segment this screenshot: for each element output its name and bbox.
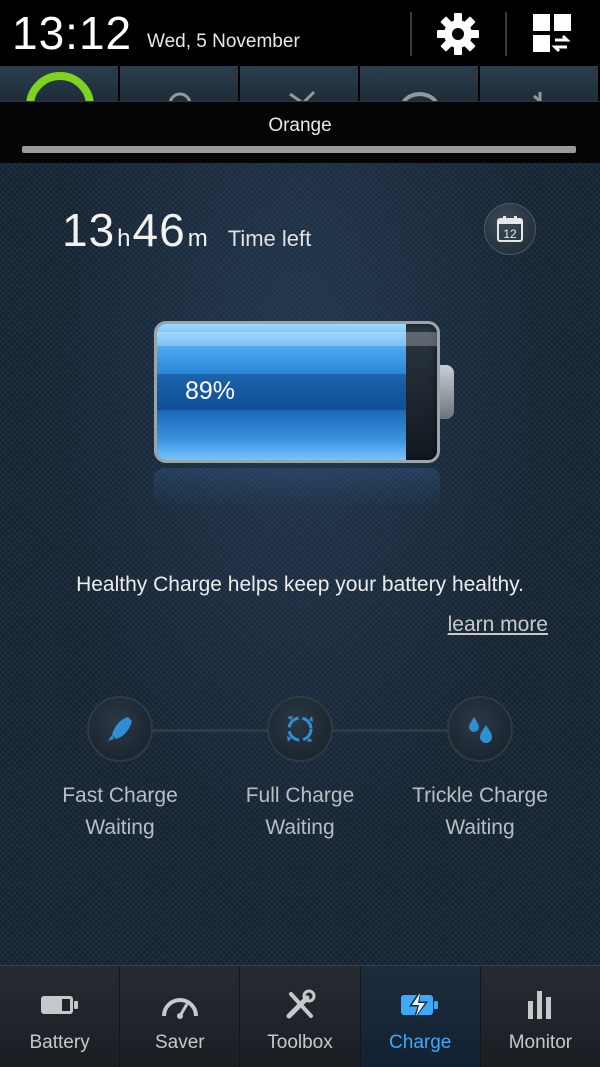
time-left-hours-unit: h	[117, 225, 131, 252]
calendar-icon: 12	[497, 216, 523, 242]
stage-name: Fast Charge	[62, 784, 178, 807]
nav-battery[interactable]: Battery	[0, 966, 121, 1067]
stage-status: Waiting	[445, 816, 515, 839]
nav-label: Toolbox	[267, 1032, 333, 1053]
calendar-button[interactable]: 12	[484, 203, 536, 255]
stage-name: Trickle Charge	[412, 784, 548, 807]
status-divider	[410, 12, 412, 56]
rocket-icon	[87, 696, 153, 762]
speedometer-icon	[120, 988, 239, 1022]
gear-icon[interactable]	[432, 10, 484, 58]
stage-name: Full Charge	[245, 784, 355, 807]
stage-status: Waiting	[85, 816, 155, 839]
nav-label: Charge	[389, 1032, 452, 1053]
panel-drag-handle[interactable]	[22, 146, 576, 153]
bar-chart-icon	[481, 988, 600, 1022]
nav-monitor[interactable]: Monitor	[481, 966, 600, 1067]
nav-label: Monitor	[508, 1032, 573, 1053]
sound-toggle[interactable]	[240, 66, 360, 106]
nav-label: Battery	[29, 1032, 90, 1053]
time-left: 13 h 46 m Time left	[62, 203, 311, 257]
time-left-hours: 13	[62, 204, 116, 256]
charge-screen: 13 h 46 m Time left 12 89% Healthy Charg…	[0, 163, 600, 965]
carrier-name: Orange	[268, 115, 332, 136]
stage-fast-charge: Fast Charge Waiting	[20, 696, 220, 840]
rotate-icon	[400, 92, 438, 106]
cycle-arrows-icon	[267, 696, 333, 762]
status-bar: 13:12 Wed, 5 November	[0, 0, 600, 66]
location-toggle[interactable]	[120, 66, 240, 106]
battery-shine	[157, 332, 437, 346]
mute-icon	[289, 90, 316, 106]
nav-saver[interactable]: Saver	[120, 966, 241, 1067]
quick-toggles	[0, 66, 600, 106]
wifi-toggle[interactable]	[0, 66, 120, 106]
nav-toolbox[interactable]: Toolbox	[240, 966, 361, 1067]
charge-bolt-icon	[361, 988, 480, 1022]
rotation-toggle[interactable]	[360, 66, 480, 106]
learn-more-link[interactable]: learn more	[448, 613, 548, 637]
bluetooth-icon	[533, 92, 547, 106]
battery-graphic: 89%	[154, 321, 454, 508]
bluetooth-toggle[interactable]	[480, 66, 600, 106]
bottom-nav: Battery Saver Toolbox Charge Monitor	[0, 965, 600, 1067]
battery-reflection	[154, 468, 440, 508]
time-left-minutes: 46	[132, 204, 186, 256]
stage-status: Waiting	[265, 816, 335, 839]
healthy-charge-text: Healthy Charge helps keep your battery h…	[76, 573, 524, 596]
droplets-icon	[447, 696, 513, 762]
battery-body: 89%	[154, 321, 440, 463]
stage-full-charge: Full Charge Waiting	[200, 696, 400, 840]
time-left-minutes-unit: m	[187, 225, 208, 252]
grid-toggle-icon[interactable]	[527, 10, 579, 58]
status-divider	[505, 12, 507, 56]
battery-icon	[0, 988, 119, 1022]
battery-percent: 89%	[185, 377, 236, 405]
status-clock: 13:12	[12, 7, 133, 59]
nav-label: Saver	[154, 1032, 205, 1053]
status-date: Wed, 5 November	[147, 31, 300, 52]
stage-trickle-charge: Trickle Charge Waiting	[380, 696, 580, 840]
calendar-day: 12	[503, 227, 517, 241]
notification-carrier-bar: Orange	[0, 101, 600, 163]
tools-icon	[240, 988, 359, 1022]
wifi-icon	[26, 72, 94, 106]
nav-charge[interactable]: Charge	[360, 966, 481, 1067]
battery-terminal	[440, 365, 454, 419]
time-left-label: Time left	[227, 226, 312, 251]
location-icon	[168, 92, 192, 106]
